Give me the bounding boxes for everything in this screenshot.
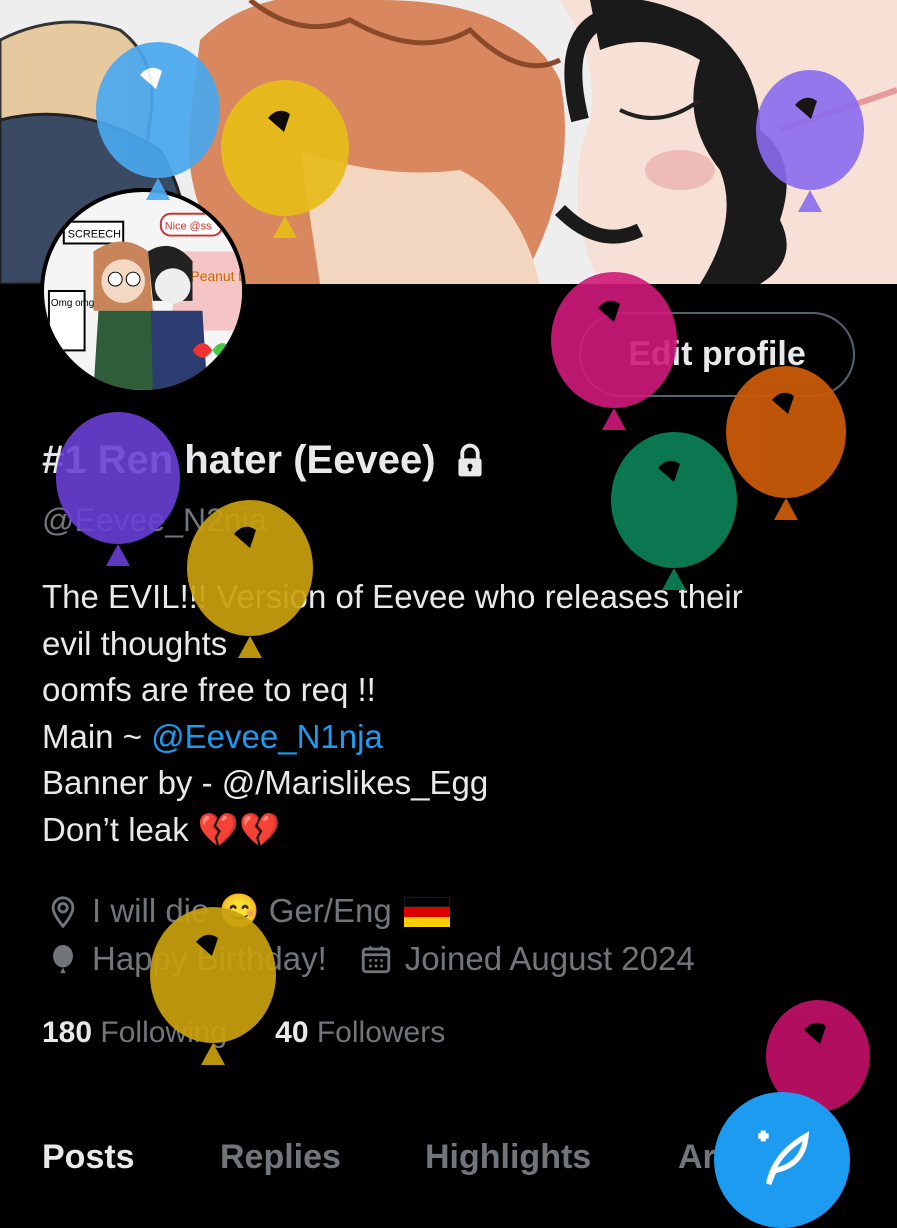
following-count: 180	[42, 1016, 93, 1049]
compose-post-icon	[758, 1130, 810, 1185]
avatar-peanut-text: Peanut bread	[191, 268, 242, 284]
calendar-icon	[361, 946, 390, 974]
display-name: #1 Ren hater (Eevee)	[42, 438, 436, 482]
profile-name-row: #1 Ren hater (Eevee)	[42, 438, 486, 483]
edit-profile-button[interactable]: Edit profile	[579, 312, 855, 397]
profile-handle: @Eevee_N2nja	[42, 502, 267, 538]
lock-icon	[457, 443, 482, 476]
bio-main-link[interactable]: @Eevee_N1nja	[151, 718, 383, 755]
tab-articles[interactable]: Ar	[678, 1138, 716, 1177]
followers-link[interactable]: 40 Followers	[275, 1016, 445, 1050]
avatar-artwork: SCREECH Nice @ss Peanut bread Omg omg om…	[44, 192, 242, 390]
profile-bio: The EVIL!!! Version of Eevee who release…	[42, 574, 743, 853]
bio-main-line: Main ~ @Eevee_N1nja	[42, 714, 743, 761]
following-label: Following	[100, 1016, 228, 1049]
followers-count: 40	[275, 1016, 309, 1049]
bio-line: Don’t leak 💔💔	[42, 810, 281, 848]
avatar-nice-text: Nice @ss	[165, 221, 212, 233]
balloon-icon	[53, 944, 73, 974]
germany-flag-icon	[403, 896, 450, 927]
joined-text: Joined August 2024	[404, 940, 695, 977]
location-pin-icon	[51, 895, 75, 928]
avatar-screech-text: SCREECH	[68, 229, 121, 241]
bio-main-prefix: Main ~	[42, 717, 152, 755]
following-link[interactable]: 180 Following	[42, 1016, 227, 1050]
follow-stats: 180 Following 40 Followers	[42, 1016, 445, 1050]
birthday-text: Happy Birthday!	[92, 940, 327, 977]
bio-line: evil thoughts	[42, 624, 228, 662]
location-row: I will die 😊 Ger/Eng	[46, 892, 450, 931]
tab-posts[interactable]: Posts	[42, 1138, 135, 1177]
bio-line: oomfs are free to req !!	[42, 671, 376, 708]
tab-highlights[interactable]: Highlights	[425, 1138, 591, 1177]
compose-post-button[interactable]	[714, 1092, 850, 1228]
bio-line: The EVIL!!! Version of Eevee who release…	[42, 578, 743, 615]
birthday-joined-row: Happy Birthday! Joined August 2024	[46, 940, 695, 978]
location-text: I will die 😊 Ger/Eng	[92, 892, 392, 929]
followers-label: Followers	[316, 1016, 446, 1049]
bio-line: Banner by - @/Marislikes_Egg	[42, 764, 489, 801]
tab-replies[interactable]: Replies	[220, 1138, 341, 1177]
profile-avatar[interactable]: SCREECH Nice @ss Peanut bread Omg omg om…	[40, 188, 246, 394]
